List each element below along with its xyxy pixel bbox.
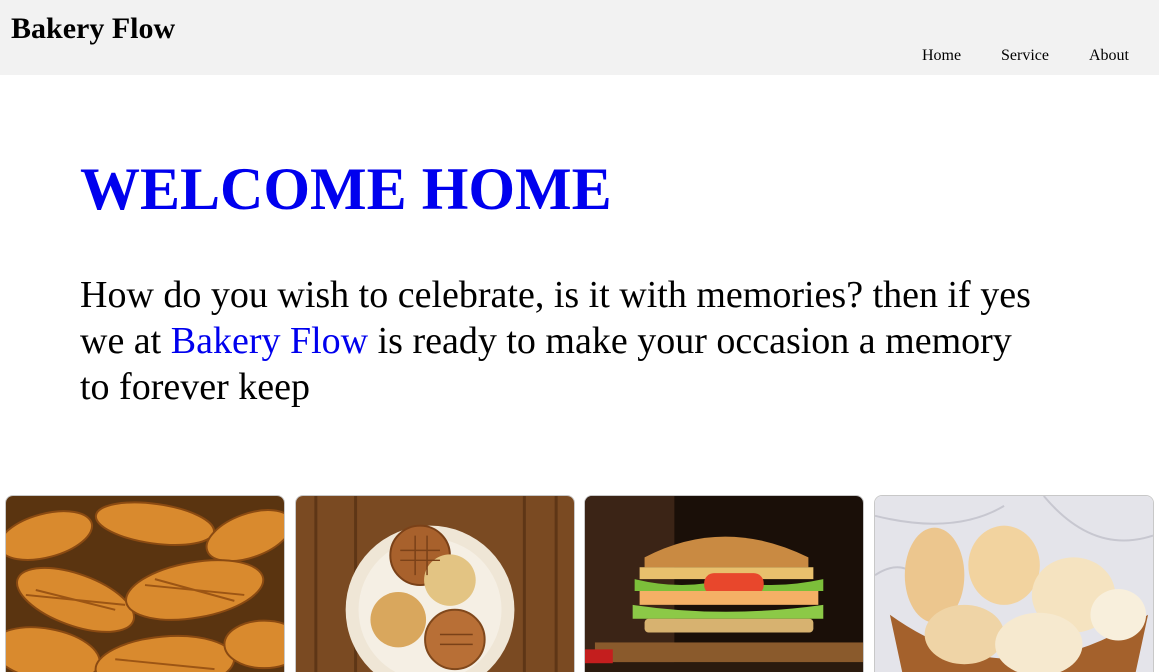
gallery-card-cookies[interactable] [295,495,575,672]
croissants-photo-icon [6,496,284,672]
hero-description: How do you wish to celebrate, is it with… [80,272,1040,410]
nav-about-link[interactable]: About [1089,46,1129,66]
bread-basket-photo-icon [875,496,1153,672]
burger-photo-icon [585,496,863,672]
hero-title: WELCOME HOME [80,156,612,222]
brand-title[interactable]: Bakery Flow [11,11,175,47]
gallery-card-bread[interactable] [874,495,1154,672]
hero-brand-highlight: Bakery Flow [170,320,369,362]
gallery-card-croissants[interactable] [5,495,285,672]
cookies-bowl-photo-icon [296,496,574,672]
nav-home-link[interactable]: Home [922,46,961,66]
nav-service-link[interactable]: Service [1001,46,1049,66]
gallery-card-burger[interactable] [584,495,864,672]
top-navigation-bar: Bakery Flow Home Service About [0,0,1159,75]
